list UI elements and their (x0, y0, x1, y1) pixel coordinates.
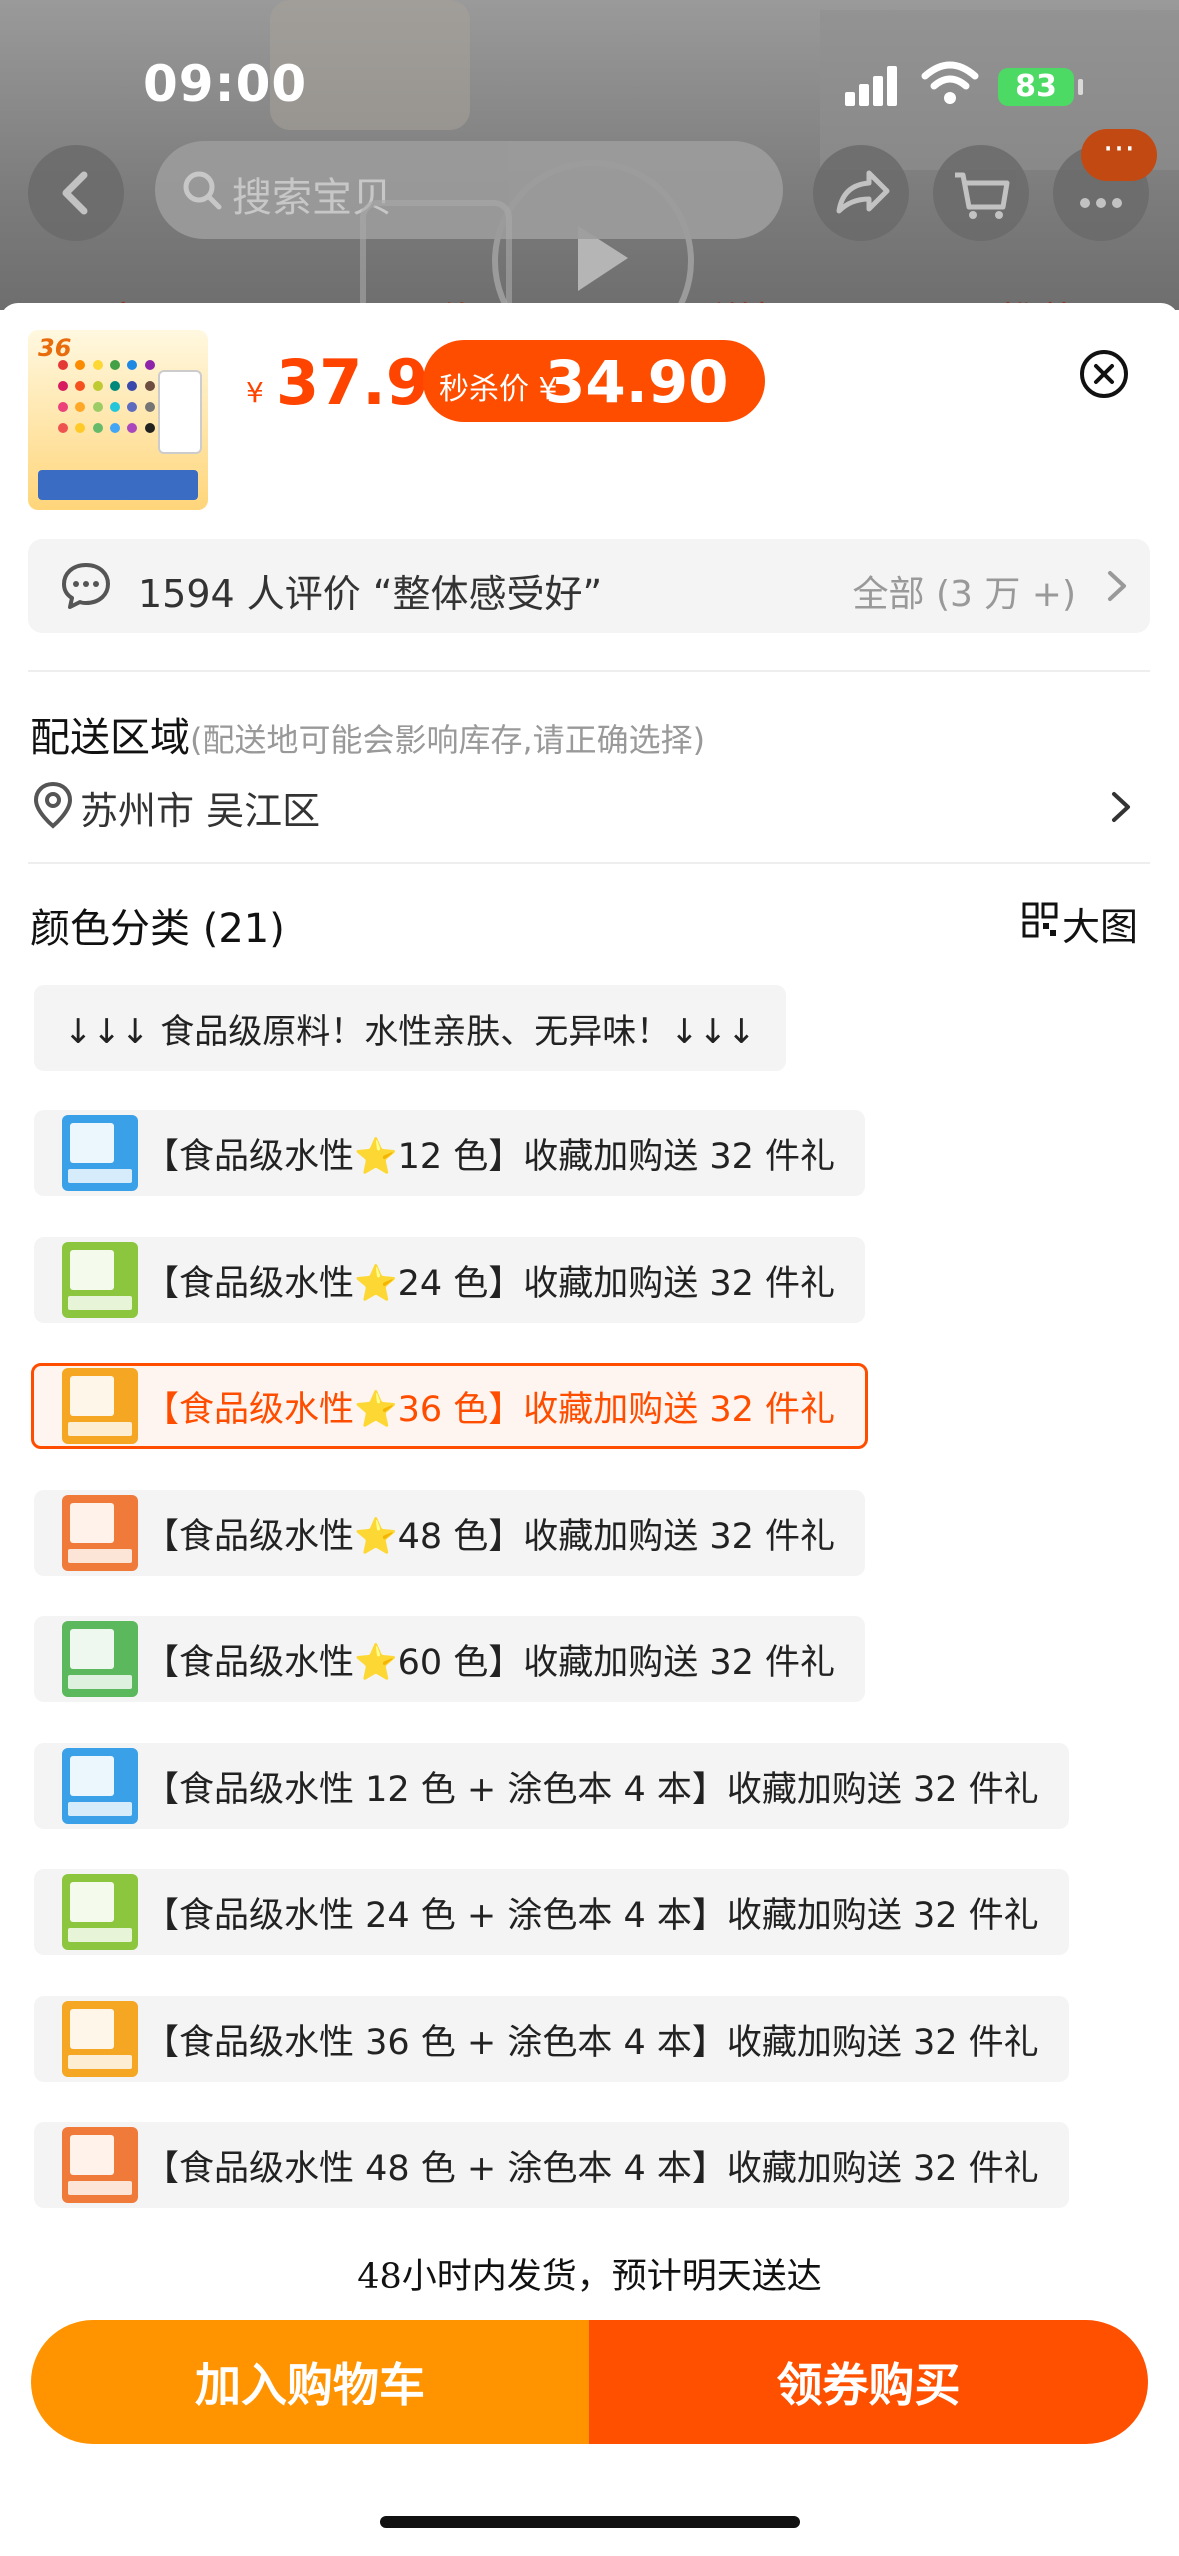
sku-option-chip[interactable]: 【食品级水性⭐24 色】收藏加购送 32 件礼 (34, 1237, 866, 1323)
cellular-signal-icon (845, 66, 905, 106)
thumbnail-strip (68, 1802, 132, 1816)
thumbnail-card (70, 2009, 114, 2049)
battery-tip (1078, 79, 1083, 95)
add-to-cart-button[interactable]: 加入购物车 (31, 2320, 589, 2444)
wifi-icon (920, 58, 980, 108)
cart-button[interactable] (933, 145, 1029, 241)
sku-option-thumbnail (62, 2001, 138, 2077)
sku-option-chip[interactable]: 【食品级水性 48 色 + 涂色本 4 本】收藏加购送 32 件礼 (34, 2122, 1069, 2208)
chevron-right-icon (1108, 571, 1126, 601)
price-currency: ¥ (246, 376, 264, 409)
sku-option-thumbnail (62, 1621, 138, 1697)
sku-option-chip[interactable]: 【食品级水性 12 色 + 涂色本 4 本】收藏加购送 32 件礼 (34, 1743, 1069, 1829)
thumb-product-box (158, 370, 202, 454)
sku-option-label: 【食品级水性⭐12 色】收藏加购送 32 件礼 (144, 1136, 836, 1177)
thumb-gift-strip (38, 470, 198, 500)
sku-option-label: 【食品级水性⭐36 色】收藏加购送 32 件礼 (144, 1389, 836, 1430)
sku-option-thumbnail (62, 2127, 138, 2203)
flash-sale-price: 34.90 (545, 348, 729, 416)
chevron-left-icon (62, 171, 88, 215)
thumbnail-strip (68, 1422, 132, 1436)
big-picture-toggle[interactable]: 大图 (1062, 896, 1138, 951)
thumbnail-card (70, 1882, 114, 1922)
share-icon (836, 170, 890, 214)
background-product-page: 09:00 83 搜索宝贝 ··· (0, 0, 1179, 310)
thumbnail-strip (68, 2181, 132, 2195)
home-indicator (380, 2516, 800, 2528)
sku-option-label: 【食品级水性⭐60 色】收藏加购送 32 件礼 (144, 1642, 836, 1683)
delivery-location[interactable]: 苏州市 吴江区 (80, 780, 320, 835)
close-button[interactable] (1078, 348, 1130, 400)
chevron-right-icon[interactable] (1100, 782, 1140, 832)
sku-section-title: 颜色分类 (21) (30, 906, 285, 952)
price-value: 37.9 (276, 346, 429, 419)
delivery-title-text: 配送区域 (30, 715, 190, 761)
sku-option-thumbnail (62, 1495, 138, 1571)
thumbnail-strip (68, 1296, 132, 1310)
thumbnail-card (70, 1756, 114, 1796)
thumbnail-strip (68, 1549, 132, 1563)
thumbnail-card (70, 1629, 114, 1669)
thumbnail-strip (68, 1928, 132, 1942)
thumbnail-strip (68, 1675, 132, 1689)
sku-option-thumbnail (62, 1874, 138, 1950)
sku-option-chip[interactable]: 【食品级水性⭐60 色】收藏加购送 32 件礼 (34, 1616, 866, 1702)
flash-sale-price-badge: 秒杀价 ¥ 34.90 (423, 340, 765, 422)
thumbnail-card (70, 1250, 114, 1290)
thumbnail-strip (68, 2055, 132, 2069)
thumb-badge: 36 (38, 334, 72, 362)
divider (28, 862, 1150, 864)
sku-notice-text: ↓↓↓ 食品级原料！水性亲肤、无异味！↓↓↓ (64, 1011, 756, 1052)
sku-option-label: 【食品级水性 48 色 + 涂色本 4 本】收藏加购送 32 件礼 (144, 2148, 1039, 2189)
search-icon (183, 171, 222, 210)
sku-option-label: 【食品级水性⭐48 色】收藏加购送 32 件礼 (144, 1516, 836, 1557)
sku-notice-chip[interactable]: ↓↓↓ 食品级原料！水性亲肤、无异味！↓↓↓ (34, 985, 786, 1071)
product-thumbnail[interactable]: 36 (28, 330, 208, 510)
cart-icon (955, 172, 1010, 219)
delivery-hint: (配送地可能会影响库存,请正确选择) (190, 721, 706, 759)
sku-option-chip[interactable]: 【食品级水性⭐12 色】收藏加购送 32 件礼 (34, 1110, 866, 1196)
review-all-link[interactable]: 全部 (3 万 +) (853, 565, 1077, 617)
sku-option-label: 【食品级水性 36 色 + 涂色本 4 本】收藏加购送 32 件礼 (144, 2022, 1039, 2063)
sku-option-chip[interactable]: 【食品级水性 24 色 + 涂色本 4 本】收藏加购送 32 件礼 (34, 1869, 1069, 1955)
sku-option-chip[interactable]: 【食品级水性 36 色 + 涂色本 4 本】收藏加购送 32 件礼 (34, 1996, 1069, 2082)
back-button[interactable] (28, 145, 124, 241)
message-badge: ··· (1081, 129, 1157, 181)
divider (28, 670, 1150, 672)
delivery-section-title: 配送区域(配送地可能会影响库存,请正确选择) (30, 705, 705, 763)
review-summary-bar[interactable]: 1594 人评价 “整体感受好” 全部 (3 万 +) (28, 539, 1150, 633)
sku-option-thumbnail (62, 1242, 138, 1318)
review-summary-text: 1594 人评价 “整体感受好” (138, 572, 603, 616)
location-pin-icon (33, 781, 73, 829)
chat-bubble-icon (62, 563, 110, 609)
buy-with-coupon-button[interactable]: 领券购买 (589, 2320, 1148, 2444)
close-icon (1080, 350, 1128, 398)
thumbnail-card (70, 1503, 114, 1543)
sku-option-thumbnail (62, 1115, 138, 1191)
sku-option-thumbnail (62, 1368, 138, 1444)
sku-option-label: 【食品级水性 24 色 + 涂色本 4 本】收藏加购送 32 件礼 (144, 1895, 1039, 1936)
thumb-color-grid (58, 360, 158, 440)
thumbnail-card (70, 1376, 114, 1416)
flash-sale-label: 秒杀价 ¥ (439, 372, 558, 407)
thumbnail-card (70, 1123, 114, 1163)
battery-icon: 83 (998, 68, 1074, 106)
sku-option-label: 【食品级水性 12 色 + 涂色本 4 本】收藏加购送 32 件礼 (144, 1769, 1039, 1810)
share-button[interactable] (813, 145, 909, 241)
grid-view-icon[interactable] (1022, 902, 1058, 938)
sku-option-chip[interactable]: 【食品级水性⭐48 色】收藏加购送 32 件礼 (34, 1490, 866, 1576)
thumbnail-card (70, 2135, 114, 2175)
shipping-note: 48小时内发货，预计明天送达 (357, 2257, 822, 2297)
sku-option-thumbnail (62, 1748, 138, 1824)
sku-option-label: 【食品级水性⭐24 色】收藏加购送 32 件礼 (144, 1263, 836, 1304)
status-time: 09:00 (143, 55, 308, 113)
thumbnail-strip (68, 1169, 132, 1183)
sku-option-chip[interactable]: 【食品级水性⭐36 色】收藏加购送 32 件礼 (31, 1363, 869, 1449)
